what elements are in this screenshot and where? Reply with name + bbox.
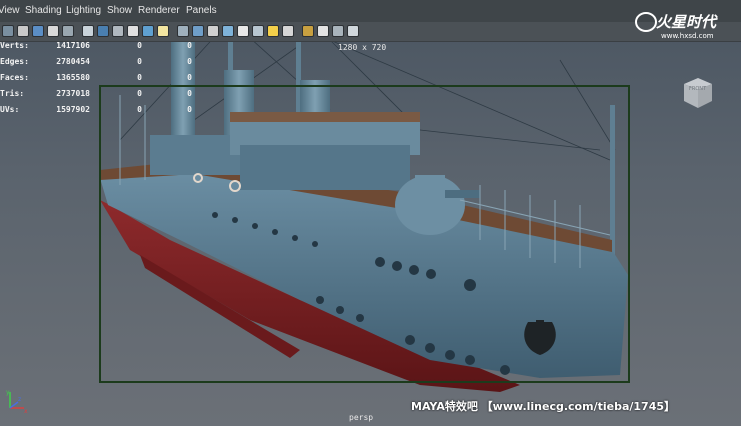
panel-toolbar	[0, 22, 741, 42]
hud-value: 1597902	[56, 105, 90, 114]
resolution-gate-icon[interactable]	[332, 25, 344, 37]
use-lights-icon[interactable]	[157, 25, 169, 37]
axis-label-z: z	[18, 396, 21, 403]
xray-icon[interactable]	[192, 25, 204, 37]
logo-url: www.hxsd.com	[661, 32, 714, 40]
select-camera-icon[interactable]	[302, 25, 314, 37]
sphere-light-icon[interactable]	[282, 25, 294, 37]
camera-name-label: persp	[349, 413, 374, 422]
watermark-text: MAYA特效吧 【www.linecg.com/tieba/1745】	[411, 400, 676, 413]
shadows-icon[interactable]	[177, 25, 189, 37]
hud-value: 1417106	[56, 41, 90, 50]
menu-panels[interactable]: Panels	[186, 5, 217, 16]
hxsd-logo: 火星时代 www.hxsd.com	[634, 10, 716, 40]
smooth-shade-icon[interactable]	[97, 25, 109, 37]
backface-icon[interactable]	[207, 25, 219, 37]
viewcube-face-label: FRONT	[689, 86, 707, 92]
image-plane-icon[interactable]	[47, 25, 59, 37]
shade-all-icon[interactable]	[112, 25, 124, 37]
hud-selected-2: 0	[187, 57, 192, 66]
textured-icon[interactable]	[142, 25, 154, 37]
axis-label-x: x	[24, 408, 28, 414]
camera-icon[interactable]	[2, 25, 14, 37]
hud-row: Verts: 1417106 0 0	[0, 41, 200, 53]
hud-value: 1365580	[56, 73, 90, 82]
hud-row: Edges: 2780454 0 0	[0, 57, 200, 69]
viewcube-icon[interactable]	[676, 70, 720, 114]
share-icon[interactable]	[347, 25, 359, 37]
anti-alias-icon[interactable]	[252, 25, 264, 37]
bounding-box-icon[interactable]	[127, 25, 139, 37]
hud-value: 2737018	[56, 89, 90, 98]
wireframe-icon[interactable]	[82, 25, 94, 37]
hud-selected-2: 0	[187, 73, 192, 82]
hud-selected-2: 0	[187, 41, 192, 50]
menu-lighting[interactable]: Lighting	[66, 5, 101, 16]
hud-selected: 0	[137, 41, 142, 50]
maya-viewport[interactable]: View Shading Lighting Show Renderer Pane…	[0, 0, 741, 426]
panel-menubar: View Shading Lighting Show Renderer Pane…	[0, 0, 741, 22]
hud-selected: 0	[137, 57, 142, 66]
hud-selected: 0	[137, 73, 142, 82]
axis-label-y: y	[6, 389, 10, 396]
camera-attributes-icon[interactable]	[17, 25, 29, 37]
menu-shading[interactable]: Shading	[25, 5, 62, 16]
menu-view[interactable]: View	[0, 5, 20, 16]
resolution-readout: 1280 x 720	[338, 43, 387, 52]
hud-row: Faces: 1365580 0 0	[0, 73, 200, 85]
default-light-icon[interactable]	[267, 25, 279, 37]
menu-show[interactable]: Show	[107, 5, 132, 16]
axis-gizmo-icon: y x z	[6, 389, 28, 414]
grid-toggle-icon[interactable]	[62, 25, 74, 37]
ambient-occlusion-icon[interactable]	[237, 25, 249, 37]
logo-text: 火星时代	[656, 13, 717, 31]
logo-mark-icon	[635, 12, 657, 32]
hud-value: 2780454	[56, 57, 90, 66]
bookmark-icon[interactable]	[32, 25, 44, 37]
film-gate-icon[interactable]	[317, 25, 329, 37]
isolate-icon[interactable]	[222, 25, 234, 37]
menu-renderer[interactable]: Renderer	[138, 5, 180, 16]
resolution-gate	[99, 85, 630, 383]
